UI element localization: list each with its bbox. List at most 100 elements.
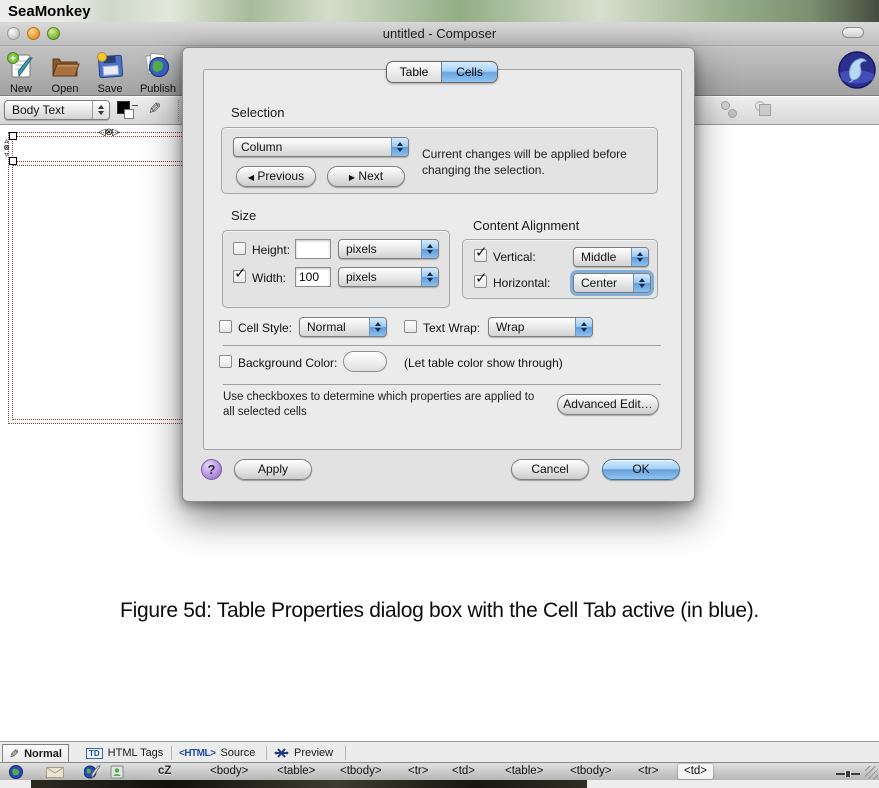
next-button-label: Next [358, 169, 383, 183]
next-button[interactable]: ▶ Next [327, 166, 405, 187]
app-menu-title[interactable]: SeaMonkey [8, 3, 91, 20]
previous-button[interactable]: ◀ Previous [236, 166, 316, 187]
width-checkbox[interactable]: ✓ [233, 270, 246, 283]
edit-mode-bar: ✎ Normal TD HTML Tags <HTML> Source Prev… [0, 741, 879, 762]
breadcrumb-tbody[interactable]: <tbody> [340, 765, 382, 777]
breadcrumb-table-2[interactable]: <table> [505, 765, 543, 777]
composer-icon[interactable] [84, 765, 102, 779]
stepper-icon [369, 318, 386, 336]
content-alignment-heading: Content Alignment [473, 218, 579, 233]
new-button[interactable]: New [0, 50, 44, 95]
cell-style-select[interactable]: Normal [299, 317, 387, 337]
breadcrumb-tbody-2[interactable]: <tbody> [570, 765, 612, 777]
tab-table[interactable]: Table [387, 62, 442, 82]
background-color-checkbox[interactable]: ✓ [219, 355, 232, 368]
cancel-button[interactable]: Cancel [511, 459, 589, 480]
preview-burst-icon [274, 747, 289, 759]
width-input[interactable] [295, 267, 331, 287]
open-folder-icon [49, 50, 81, 82]
highlight-pencil-icon[interactable]: ✎ [148, 99, 161, 119]
open-button[interactable]: Open [42, 50, 88, 95]
background-color-swatch[interactable] [124, 109, 134, 119]
tab-preview[interactable]: Preview [268, 744, 339, 762]
tab-html-tags[interactable]: TD HTML Tags [80, 744, 169, 762]
mail-icon[interactable] [46, 767, 64, 778]
previous-button-label: Previous [257, 169, 304, 183]
toolbar-collapse-pill[interactable] [842, 27, 864, 38]
left-triangle-icon: ◀ [248, 173, 254, 182]
close-window-icon[interactable] [7, 27, 20, 40]
dialog-tab-switcher: Table Cells [386, 61, 498, 83]
width-unit-select[interactable]: pixels [338, 267, 439, 287]
save-button[interactable]: Save [87, 50, 133, 95]
stepper-icon [631, 248, 648, 266]
table-properties-dialog: Table Cells Selection Column ◀ Previous … [182, 47, 695, 502]
divider [223, 384, 661, 385]
stepper-icon [391, 138, 408, 156]
selection-scope-select[interactable]: Column [233, 137, 409, 157]
address-book-icon[interactable] [110, 765, 124, 779]
text-wrap-checkbox[interactable]: ✓ [404, 320, 417, 333]
paragraph-style-value: Body Text [12, 103, 92, 117]
horizontal-align-select[interactable]: Center [573, 273, 651, 293]
advanced-edit-button[interactable]: Advanced Edit… [557, 394, 659, 415]
zoom-window-icon[interactable] [47, 27, 60, 40]
chatzilla-icon[interactable]: cZ [158, 765, 171, 777]
background-color-well[interactable] [343, 351, 387, 372]
breadcrumb-body[interactable]: <body> [210, 765, 248, 777]
breadcrumb-td-selected[interactable]: <td> [678, 764, 713, 779]
horizontal-align-value: Center [581, 276, 633, 290]
splitter-handle-icon[interactable] [836, 771, 860, 777]
desktop-picture-sliver [31, 780, 587, 788]
stepper-icon [92, 101, 109, 119]
height-label: Height: [252, 243, 290, 257]
tab-normal[interactable]: ✎ Normal [2, 744, 69, 763]
vertical-checkbox[interactable]: ✓ [474, 249, 487, 262]
window-titlebar[interactable]: untitled - Composer [0, 22, 879, 46]
checkmark-icon: ✓ [234, 264, 247, 282]
height-unit-select[interactable]: pixels [338, 239, 439, 259]
vertical-align-select[interactable]: Middle [573, 247, 649, 267]
cell-style-value: Normal [307, 320, 369, 334]
html-source-icon: <HTML> [179, 748, 215, 759]
column-select-widget-icon[interactable]: ◁⊗▷ [98, 127, 119, 138]
publish-button-label: Publish [135, 83, 181, 95]
save-floppy-icon [94, 50, 126, 82]
height-checkbox[interactable]: ✓ [233, 242, 246, 255]
selection-note: Current changes will be applied before c… [422, 146, 652, 178]
publish-button[interactable]: Publish [135, 50, 181, 95]
tab-html-tags-label: HTML Tags [108, 747, 164, 759]
ok-button[interactable]: OK [602, 459, 680, 480]
text-wrap-select[interactable]: Wrap [488, 317, 593, 337]
position-object-icon[interactable] [755, 101, 775, 119]
new-button-label: New [0, 83, 44, 95]
td-tag-icon: TD [86, 748, 103, 759]
vertical-label: Vertical: [493, 250, 536, 264]
size-heading: Size [231, 208, 256, 223]
tab-cells[interactable]: Cells [442, 62, 497, 82]
breadcrumb-td[interactable]: <td> [452, 765, 475, 777]
color-widget-dash [132, 105, 138, 106]
cell-style-checkbox[interactable]: ✓ [219, 320, 232, 333]
breadcrumb-table[interactable]: <table> [277, 765, 315, 777]
horizontal-checkbox[interactable]: ✓ [474, 275, 487, 288]
paragraph-style-select[interactable]: Body Text [4, 100, 110, 120]
height-input[interactable] [295, 239, 331, 259]
selection-heading: Selection [231, 105, 284, 120]
breadcrumb-tr-2[interactable]: <tr> [638, 765, 658, 777]
row-select-widget-icon[interactable]: ▵⊗▿ [1, 137, 11, 158]
resize-grip[interactable] [865, 766, 878, 779]
tab-preview-label: Preview [294, 747, 333, 759]
breadcrumb-tr[interactable]: <tr> [408, 765, 428, 777]
apply-button[interactable]: Apply [234, 459, 312, 480]
cell-style-label: Cell Style: [238, 321, 292, 335]
cell-resize-handle-2[interactable] [9, 157, 17, 165]
window-title: untitled - Composer [0, 22, 879, 46]
tab-source[interactable]: <HTML> Source [173, 744, 261, 762]
menubar: SeaMonkey [0, 0, 879, 22]
align-objects-icon[interactable] [720, 101, 740, 119]
navigator-icon[interactable] [9, 765, 23, 779]
minimize-window-icon[interactable] [27, 27, 40, 40]
text-wrap-value: Wrap [496, 320, 575, 334]
help-button[interactable]: ? [201, 459, 222, 480]
